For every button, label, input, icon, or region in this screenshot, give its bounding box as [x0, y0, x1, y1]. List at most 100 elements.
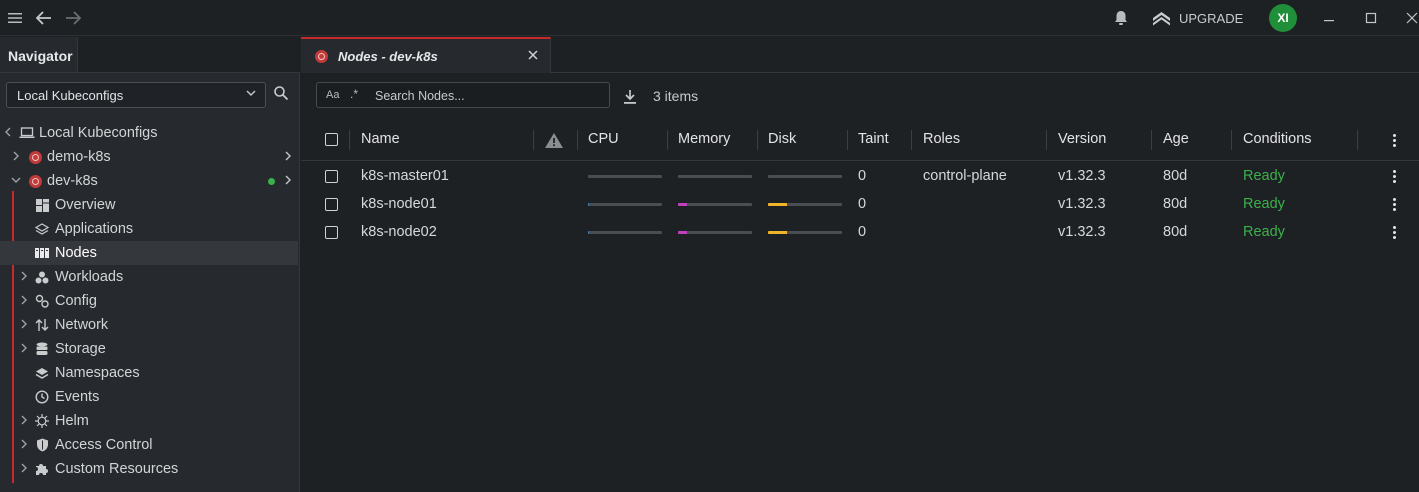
- row-menu-icon[interactable]: [1393, 226, 1397, 241]
- chevron-right-icon: [19, 415, 29, 428]
- column-header-cpu[interactable]: CPU: [588, 131, 619, 147]
- shield-icon: [35, 438, 49, 452]
- sidebar-item-helm[interactable]: Helm: [0, 409, 298, 433]
- sidebar-item-label: Helm: [55, 413, 89, 429]
- cluster-dev-k8s[interactable]: dev-k8s: [0, 169, 298, 193]
- sidebar-item-label: Config: [55, 293, 97, 309]
- cluster-demo-k8s[interactable]: demo-k8s: [0, 145, 298, 169]
- column-header-name[interactable]: Name: [361, 131, 400, 147]
- search-icon[interactable]: [273, 85, 293, 105]
- sidebar-item-label: Events: [55, 389, 100, 405]
- kubeconfig-select-value: Local Kubeconfigs: [17, 88, 124, 103]
- download-icon[interactable]: [623, 89, 637, 105]
- puzzle-icon: [35, 462, 49, 476]
- tab-nodes-dev-k8s[interactable]: Nodes - dev-k8s: [301, 37, 551, 73]
- table-row[interactable]: k8s-master01 0 control-plane v1.32.3 80d…: [301, 162, 1419, 190]
- arrow-right-icon[interactable]: [64, 9, 82, 27]
- table-row[interactable]: k8s-node01 0 v1.32.3 80d Ready: [301, 190, 1419, 218]
- hamburger-icon[interactable]: [6, 9, 24, 27]
- column-header-roles[interactable]: Roles: [923, 131, 960, 147]
- sidebar-item-label: Overview: [55, 197, 116, 213]
- laptop-icon: [19, 126, 35, 140]
- tab-navigator[interactable]: Navigator: [0, 37, 78, 72]
- chevron-right-icon[interactable]: [284, 175, 292, 188]
- column-header-memory[interactable]: Memory: [678, 131, 730, 147]
- maximize-icon[interactable]: [1362, 9, 1380, 27]
- table-header: Name CPU Memory Disk Taint Roles Version…: [301, 119, 1419, 161]
- column-header-disk[interactable]: Disk: [768, 131, 796, 147]
- column-header-age[interactable]: Age: [1163, 131, 1189, 147]
- sidebar-item-custom-resources[interactable]: Custom Resources: [0, 457, 298, 481]
- chevron-right-icon[interactable]: [284, 151, 292, 164]
- clock-icon: [35, 390, 49, 404]
- regex-toggle[interactable]: .*: [350, 87, 358, 101]
- kubeconfig-select[interactable]: Local Kubeconfigs: [6, 82, 266, 108]
- row-checkbox[interactable]: [325, 226, 338, 239]
- node-conditions: Ready: [1243, 224, 1285, 240]
- column-header-taints[interactable]: Taint: [858, 131, 890, 147]
- helm-icon: [35, 414, 49, 428]
- sidebar-item-label: Network: [55, 317, 109, 333]
- close-icon[interactable]: [526, 49, 540, 63]
- sidebar-item-storage[interactable]: Storage: [0, 337, 298, 361]
- navigator-tab-row: Navigator: [0, 37, 300, 73]
- tab-title: Nodes - dev-k8s: [338, 49, 438, 64]
- nodes-table: Name CPU Memory Disk Taint Roles Version…: [301, 119, 1419, 492]
- table-row[interactable]: k8s-node02 0 v1.32.3 80d Ready: [301, 218, 1419, 246]
- tree-root-label: Local Kubeconfigs: [39, 125, 158, 141]
- row-menu-icon[interactable]: [1393, 198, 1397, 213]
- node-age: 80d: [1163, 196, 1188, 212]
- sidebar-item-namespaces[interactable]: Namespaces: [0, 361, 298, 385]
- warning-icon[interactable]: [544, 132, 564, 153]
- row-checkbox[interactable]: [325, 170, 338, 183]
- chevron-right-icon: [19, 343, 29, 356]
- disk-usage-bar: [768, 231, 842, 234]
- upgrade-label: UPGRADE: [1179, 10, 1244, 26]
- node-version: v1.32.3: [1058, 168, 1106, 184]
- column-divider: [1151, 130, 1152, 150]
- cpu-usage-bar: [588, 231, 662, 234]
- sidebar-item-workloads[interactable]: Workloads: [0, 265, 298, 289]
- chevron-right-icon: [19, 271, 29, 284]
- upgrade-button[interactable]: UPGRADE: [1152, 8, 1243, 28]
- chevron-right-icon: [19, 295, 29, 308]
- node-taints: 0: [858, 196, 867, 212]
- nodes-icon: [35, 246, 49, 260]
- sidebar-item-nodes[interactable]: Nodes: [0, 241, 298, 265]
- layers-icon: [35, 366, 49, 380]
- search-nodes-box[interactable]: Aa .*: [316, 82, 610, 108]
- dashboard-icon: [35, 198, 49, 212]
- select-all-checkbox[interactable]: [325, 133, 338, 146]
- tree-root-local-kubeconfigs[interactable]: Local Kubeconfigs: [0, 121, 298, 145]
- search-input[interactable]: [375, 87, 595, 105]
- top-bar: UPGRADE XI: [0, 0, 1419, 36]
- sidebar-item-label: Nodes: [55, 245, 97, 261]
- column-header-conditions[interactable]: Conditions: [1243, 131, 1312, 147]
- resource-toolbar: Aa .* 3 items: [301, 73, 1419, 119]
- sidebar-item-events[interactable]: Events: [0, 385, 298, 409]
- kubernetes-icon: [28, 150, 42, 164]
- avatar[interactable]: XI: [1269, 4, 1297, 32]
- column-divider: [1231, 130, 1232, 150]
- row-checkbox[interactable]: [325, 198, 338, 211]
- node-name: k8s-node02: [361, 224, 437, 240]
- column-menu-icon[interactable]: [1393, 134, 1397, 149]
- sidebar-item-applications[interactable]: Applications: [0, 217, 298, 241]
- row-menu-icon[interactable]: [1393, 170, 1397, 185]
- match-case-toggle[interactable]: Aa: [326, 89, 339, 101]
- bell-icon[interactable]: [1112, 9, 1130, 27]
- connected-status-dot: [268, 178, 275, 185]
- sidebar-item-network[interactable]: Network: [0, 313, 298, 337]
- memory-usage-bar: [678, 175, 752, 178]
- arrow-left-icon[interactable]: [35, 9, 53, 27]
- sidebar-item-access-control[interactable]: Access Control: [0, 433, 298, 457]
- chevron-right-icon: [19, 463, 29, 476]
- sidebar-item-config[interactable]: Config: [0, 289, 298, 313]
- column-header-version[interactable]: Version: [1058, 131, 1106, 147]
- minimize-icon[interactable]: [1320, 9, 1338, 27]
- chevron-left-icon: [3, 127, 13, 140]
- config-icon: [35, 294, 49, 308]
- close-window-icon[interactable]: [1403, 9, 1419, 27]
- node-taints: 0: [858, 224, 867, 240]
- sidebar-item-overview[interactable]: Overview: [0, 193, 298, 217]
